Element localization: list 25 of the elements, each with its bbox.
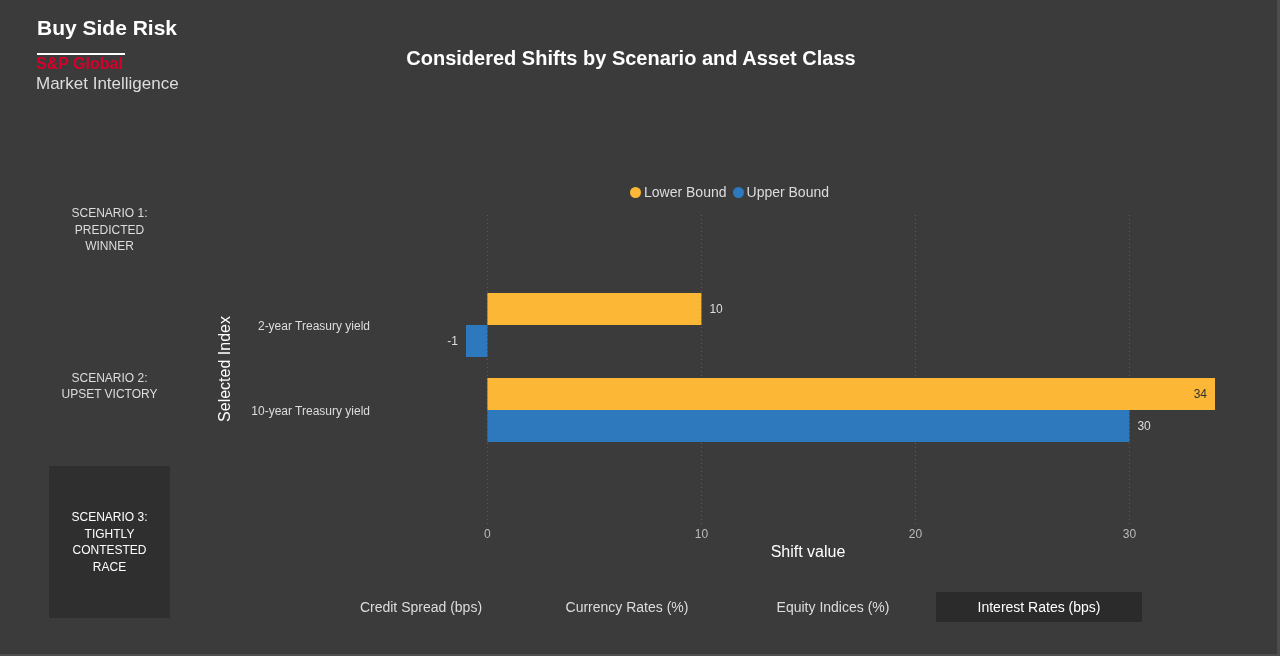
category-label: 10-year Treasury yield: [251, 404, 370, 418]
report-title: Buy Side Risk: [37, 15, 178, 41]
asset-class-tab[interactable]: Currency Rates (%): [565, 598, 689, 616]
data-label: 30: [1137, 419, 1151, 433]
tick-label: 0: [484, 527, 491, 541]
axis-title: Selected Index: [216, 316, 233, 422]
asset-class-tab[interactable]: Credit Spread (bps): [359, 598, 483, 616]
legend-label: Lower Bound: [644, 184, 727, 200]
brand-name: S&P Global: [36, 55, 123, 73]
legend-label: Upper Bound: [746, 184, 830, 200]
data-label: 10: [709, 302, 723, 316]
tick-label: 20: [908, 527, 923, 541]
tick-label: 30: [1122, 527, 1137, 541]
scenario-button[interactable]: SCENARIO 1: PREDICTED WINNER: [55, 205, 164, 255]
scenario-button[interactable]: SCENARIO 2: UPSET VICTORY: [55, 369, 164, 403]
data-label: -1: [447, 334, 458, 348]
asset-class-tab[interactable]: Equity Indices (%): [776, 598, 890, 616]
data-label: 34: [1193, 387, 1207, 401]
chart-title: Considered Shifts by Scenario and Asset Class: [406, 46, 856, 70]
category-label: 2-year Treasury yield: [257, 319, 370, 333]
tick-label: 10: [694, 527, 709, 541]
brand-tagline: Market Intelligence: [36, 73, 179, 94]
scenario-button[interactable]: SCENARIO 3: TIGHTLY CONTESTED RACE: [49, 466, 170, 618]
axis-title: Shift value: [770, 543, 846, 560]
asset-class-tab[interactable]: Interest Rates (bps): [936, 592, 1142, 622]
